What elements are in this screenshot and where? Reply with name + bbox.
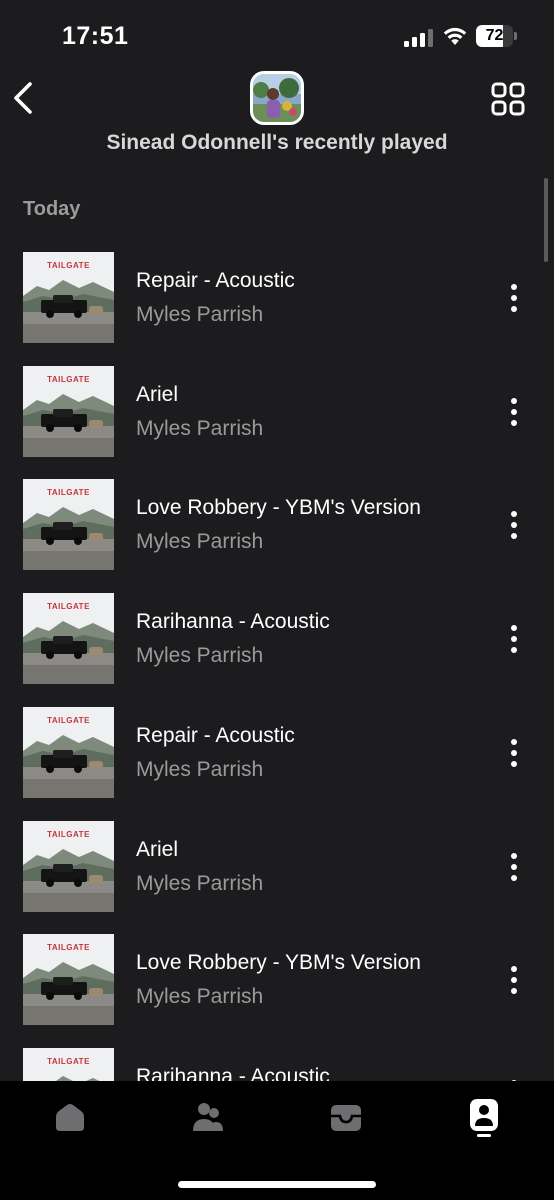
track-artist: Myles Parrish bbox=[136, 303, 264, 326]
more-options-icon[interactable] bbox=[504, 283, 524, 313]
track-artist: Myles Parrish bbox=[136, 530, 264, 553]
battery-tip bbox=[514, 32, 517, 40]
active-tab-indicator bbox=[477, 1134, 491, 1137]
more-options-icon[interactable] bbox=[504, 852, 524, 882]
avatar[interactable] bbox=[250, 71, 304, 125]
album-cover-title: TAILGATE bbox=[47, 943, 90, 952]
track-artist: Myles Parrish bbox=[136, 644, 264, 667]
album-cover: TAILGATE bbox=[23, 252, 114, 343]
track-title: Ariel bbox=[136, 838, 179, 861]
status-time: 17:51 bbox=[62, 22, 129, 50]
track-artist: Myles Parrish bbox=[136, 417, 264, 440]
track-title: Love Robbery - YBM's Version bbox=[136, 496, 421, 519]
track-artist: Myles Parrish bbox=[136, 758, 264, 781]
album-cover: TAILGATE bbox=[23, 707, 114, 798]
album-cover-title: TAILGATE bbox=[47, 375, 90, 384]
status-bar: 17:51 72 bbox=[0, 0, 554, 70]
scrollbar[interactable] bbox=[544, 178, 548, 262]
more-options-icon[interactable] bbox=[504, 397, 524, 427]
album-cover: TAILGATE bbox=[23, 934, 114, 1025]
home-icon[interactable] bbox=[50, 1093, 90, 1143]
track-row[interactable]: TAILGATE Love Robbery - YBM's Version Myle… bbox=[0, 479, 554, 571]
track-row[interactable]: TAILGATE Repair - Acoustic Myles Parrish bbox=[0, 252, 554, 344]
track-row[interactable]: TAILGATERarihanna - AcousticMyles Parris… bbox=[0, 1048, 554, 1082]
album-cover-title: TAILGATE bbox=[47, 1057, 90, 1066]
more-options-icon[interactable] bbox=[504, 965, 524, 995]
track-row[interactable]: TAILGATE Rarihanna - Acoustic Myles Parris… bbox=[0, 593, 554, 685]
more-options-icon[interactable] bbox=[504, 738, 524, 768]
page-title: Sinead Odonnell's recently played bbox=[106, 131, 448, 154]
album-cover: TAILGATE bbox=[23, 821, 114, 912]
album-cover: TAILGATE bbox=[23, 593, 114, 684]
track-title: Rarihanna - Acoustic bbox=[136, 610, 330, 633]
album-cover-title: TAILGATE bbox=[47, 716, 90, 725]
battery-indicator: 72 bbox=[476, 25, 518, 47]
avatar-photo bbox=[253, 74, 301, 122]
track-list: TAILGATE Repair - Acoustic Myles Parrish TA… bbox=[0, 252, 554, 1082]
inbox-icon[interactable] bbox=[326, 1093, 366, 1143]
section-label: Today bbox=[23, 198, 81, 220]
track-title: Love Robbery - YBM's Version bbox=[136, 951, 421, 974]
album-cover-title: TAILGATE bbox=[47, 261, 90, 270]
track-row[interactable]: TAILGATE Ariel Myles Parrish bbox=[0, 366, 554, 458]
album-cover-title: TAILGATE bbox=[47, 830, 90, 839]
album-cover: TAILGATE bbox=[23, 366, 114, 457]
album-cover: TAILGATE bbox=[23, 479, 114, 570]
cellular-signal-icon bbox=[404, 29, 433, 47]
album-cover-title: TAILGATE bbox=[47, 488, 90, 497]
track-row[interactable]: TAILGATE Love Robbery - YBM's Version Myle… bbox=[0, 934, 554, 1026]
track-title: Ariel bbox=[136, 383, 179, 406]
grid-view-icon[interactable] bbox=[491, 82, 525, 116]
home-indicator[interactable] bbox=[178, 1181, 376, 1188]
track-row[interactable]: TAILGATE Repair - Acoustic Myles Parrish bbox=[0, 707, 554, 799]
track-title: Rarihanna - Acoustic bbox=[136, 1065, 330, 1082]
track-artist: Myles Parrish bbox=[136, 985, 264, 1008]
wifi-icon bbox=[443, 27, 467, 45]
track-row[interactable]: TAILGATE Ariel Myles Parrish bbox=[0, 821, 554, 913]
more-options-icon[interactable] bbox=[504, 624, 524, 654]
battery-level: 72 bbox=[485, 27, 504, 44]
more-options-icon[interactable] bbox=[504, 510, 524, 540]
track-title: Repair - Acoustic bbox=[136, 269, 295, 292]
track-artist: Myles Parrish bbox=[136, 872, 264, 895]
chevron-left-icon[interactable] bbox=[8, 80, 38, 116]
album-cover: TAILGATE bbox=[23, 1048, 114, 1082]
friends-icon[interactable] bbox=[188, 1093, 228, 1143]
track-title: Repair - Acoustic bbox=[136, 724, 295, 747]
album-cover-title: TAILGATE bbox=[47, 602, 90, 611]
